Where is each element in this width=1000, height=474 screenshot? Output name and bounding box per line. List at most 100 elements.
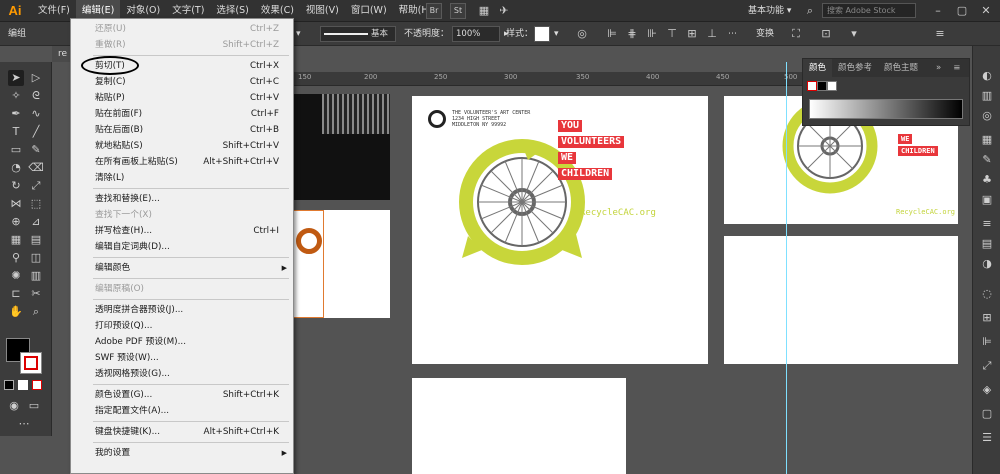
collapse-icon[interactable]: » [930, 59, 947, 77]
mesh-tool-icon[interactable]: ▦ [8, 232, 24, 248]
graph-tool-icon[interactable]: ▥ [28, 268, 44, 284]
artboard-blank-bottom[interactable] [412, 378, 626, 474]
stroke-profile-select[interactable]: 基本 [320, 26, 396, 42]
stock-button[interactable]: St [450, 3, 466, 19]
line-tool-icon[interactable]: ╱ [28, 124, 44, 140]
graphic-styles-icon[interactable]: ▣ [979, 192, 995, 208]
scale-tool-icon[interactable]: ⤢ [28, 178, 44, 194]
align-more-icon[interactable]: ⋯ [728, 22, 737, 46]
exit-isolation-icon[interactable]: ⊡ [818, 26, 834, 42]
menu-view[interactable]: 视图(V) [300, 0, 345, 22]
tab-color-guide[interactable]: 颜色参考 [832, 59, 878, 77]
edit-menu-item[interactable]: 贴在前面(F) Ctrl+F [71, 106, 293, 122]
gradient-mode-icon[interactable] [18, 380, 28, 390]
minimize-icon[interactable]: – [928, 2, 948, 20]
swatches-icon[interactable]: ▦ [979, 132, 995, 148]
align-right-icon[interactable]: ⊪ [644, 26, 660, 42]
edit-menu-item[interactable]: 拼写检查(H)... Ctrl+I [71, 223, 293, 239]
select-similar-icon[interactable]: ▾ [846, 26, 862, 42]
paintbrush-tool-icon[interactable]: ✎ [28, 142, 44, 158]
edit-menu-item[interactable]: 打印预设(Q)... [71, 318, 293, 334]
drawing-mode-icon[interactable]: ◉ [6, 398, 22, 414]
blend-tool-icon[interactable]: ◫ [28, 250, 44, 266]
stroke-arrow-icon[interactable]: ▾ [296, 22, 304, 46]
bridge-button[interactable]: Br [426, 3, 442, 19]
graphic-style-swatch[interactable] [534, 26, 550, 42]
none-swatch[interactable] [807, 81, 817, 91]
stroke-icon[interactable]: ≡ [979, 216, 995, 232]
align-top-icon[interactable]: ⊤ [664, 26, 680, 42]
color-mode-icon[interactable] [4, 380, 14, 390]
align-middle-icon[interactable]: ⊞ [684, 26, 700, 42]
eraser-tool-icon[interactable]: ⌫ [28, 160, 44, 176]
edit-menu-item[interactable]: 透视网格预设(G)... [71, 366, 293, 382]
rectangle-tool-icon[interactable]: ▭ [8, 142, 24, 158]
edit-menu-item[interactable]: 就地粘贴(S) Shift+Ctrl+V [71, 138, 293, 154]
properties-icon[interactable]: ☰ [979, 430, 995, 446]
transform-link[interactable]: 变换 [756, 22, 774, 46]
appearance-icon[interactable]: ◎ [979, 108, 995, 124]
selection-tool-icon[interactable]: ➤ [8, 70, 24, 86]
rotate-tool-icon[interactable]: ↻ [8, 178, 24, 194]
color-spectrum-bar[interactable] [809, 99, 963, 119]
artboard-bicycle-photo[interactable] [292, 210, 390, 318]
stock-search-input[interactable]: 搜索 Adobe Stock [822, 3, 916, 18]
align-left-icon[interactable]: ⊫ [604, 26, 620, 42]
tab-color[interactable]: 颜色 [803, 59, 833, 77]
edit-menu-item[interactable]: 颜色设置(G)... Shift+Ctrl+K [71, 387, 293, 403]
edit-menu-item[interactable]: 键盘快捷键(K)... Alt+Shift+Ctrl+K [71, 424, 293, 440]
edit-menu-item[interactable]: SWF 预设(W)... [71, 350, 293, 366]
edit-menu-item[interactable]: 贴在后面(B) Ctrl+B [71, 122, 293, 138]
edit-menu-item[interactable]: 复制(C) Ctrl+C [71, 74, 293, 90]
recolor-artwork-icon[interactable]: ◎ [574, 26, 590, 42]
perspective-grid-tool-icon[interactable]: ⊿ [28, 214, 44, 230]
edit-toolbar-icon[interactable]: ⋯ [16, 416, 32, 432]
asset-export-icon[interactable]: ◌ [979, 286, 995, 302]
artboard-main[interactable]: THE VOLUNTEER'S ART CENTER 1234 HIGH STR… [412, 96, 708, 364]
horizontal-ruler[interactable]: 150 200 250 300 350 400 450 500 [294, 72, 802, 86]
layers-icon[interactable]: ◈ [979, 382, 995, 398]
artboard-right-bottom[interactable] [724, 236, 958, 364]
black-swatch[interactable] [817, 81, 827, 91]
style-dropdown-icon[interactable]: ▾ [554, 22, 559, 46]
edit-menu-item[interactable]: 粘贴(P) Ctrl+V [71, 90, 293, 106]
edit-menu-item[interactable]: 编辑自定词典(D)... [71, 239, 293, 255]
edit-menu-item[interactable]: 指定配置文件(A)... [71, 403, 293, 419]
direct-selection-tool-icon[interactable]: ▷ [28, 70, 44, 86]
transparency-icon[interactable]: ◑ [979, 256, 995, 272]
color-panel-icon[interactable]: ◐ [979, 68, 995, 84]
lasso-tool-icon[interactable]: ᘓ [28, 88, 44, 104]
edit-menu-item[interactable]: 透明度拼合器预设(J)... [71, 302, 293, 318]
gradient-tool-icon[interactable]: ▤ [28, 232, 44, 248]
curvature-tool-icon[interactable]: ∿ [28, 106, 44, 122]
edit-menu-item[interactable]: 查找和替换(E)... [71, 191, 293, 207]
stroke-swatch[interactable] [20, 352, 42, 374]
gradient-icon[interactable]: ▤ [979, 236, 995, 252]
symbol-sprayer-tool-icon[interactable]: ✺ [8, 268, 24, 284]
close-icon[interactable]: ✕ [976, 2, 996, 20]
artboards-icon[interactable]: ⊞ [979, 310, 995, 326]
workspace-switcher[interactable]: 基本功能 ▾ [748, 0, 791, 22]
none-mode-icon[interactable] [32, 380, 42, 390]
zoom-tool-icon[interactable]: ⌕ [28, 304, 44, 320]
edit-menu-item[interactable]: 在所有画板上粘贴(S) Alt+Shift+Ctrl+V [71, 154, 293, 170]
vertical-guide[interactable] [786, 62, 787, 474]
width-tool-icon[interactable]: ⋈ [8, 196, 24, 212]
brushes-icon[interactable]: ✎ [979, 152, 995, 168]
shape-builder-tool-icon[interactable]: ⊕ [8, 214, 24, 230]
maximize-icon[interactable]: ▢ [952, 2, 972, 20]
tab-color-themes[interactable]: 颜色主题 [878, 59, 924, 77]
transform-icon[interactable]: ⤢ [979, 358, 995, 374]
opacity-label[interactable]: 不透明度： [404, 22, 449, 46]
eyedropper-tool-icon[interactable]: ⚲ [8, 250, 24, 266]
menu-window[interactable]: 窗口(W) [345, 0, 393, 22]
free-transform-tool-icon[interactable]: ⬚ [28, 196, 44, 212]
symbols-icon[interactable]: ♣ [979, 172, 995, 188]
opacity-input[interactable]: 100% [452, 26, 500, 42]
align-icon[interactable]: ⊫ [979, 334, 995, 350]
shaper-tool-icon[interactable]: ◔ [8, 160, 24, 176]
align-bottom-icon[interactable]: ⊥ [704, 26, 720, 42]
pen-tool-icon[interactable]: ✒ [8, 106, 24, 122]
slice-tool-icon[interactable]: ✂ [28, 286, 44, 302]
edit-menu-item[interactable]: 我的设置 ▶ [71, 445, 293, 461]
